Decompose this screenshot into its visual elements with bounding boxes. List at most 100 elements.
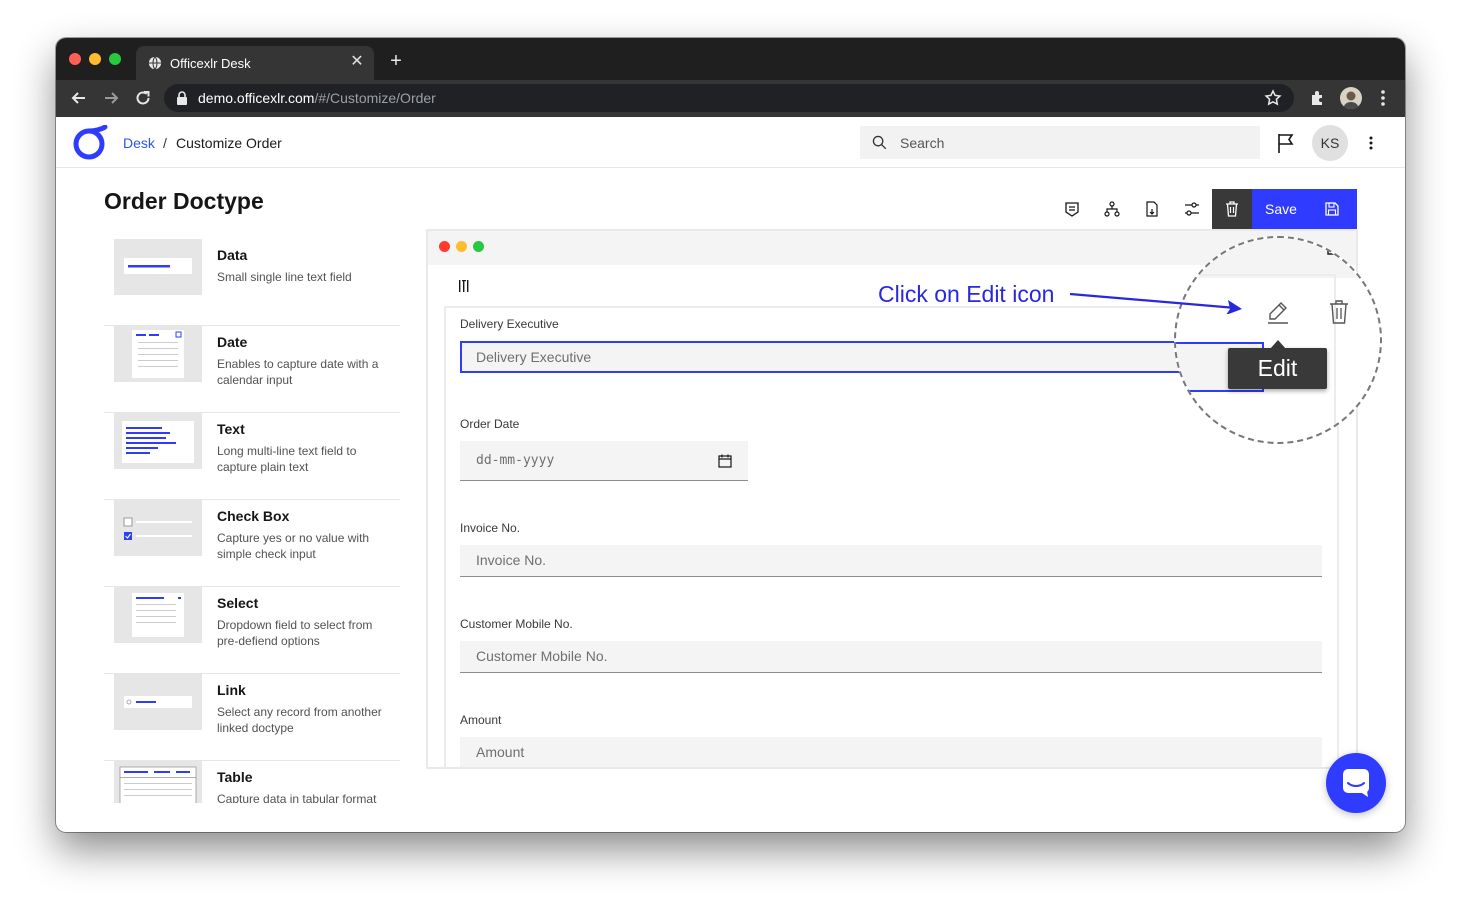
drag-handle-icon[interactable] (458, 279, 470, 293)
app-header: Desk / Customize Order Search KS (56, 117, 1405, 168)
component-name: Select (217, 595, 259, 611)
breadcrumb-desk-link[interactable]: Desk (123, 135, 155, 151)
preview-yellow-dot (456, 241, 467, 252)
field-label: Customer Mobile No. (460, 617, 573, 631)
chat-bubble-icon (1343, 769, 1369, 797)
breadcrumb-separator: / (163, 135, 167, 151)
component-item-link[interactable]: Link Select any record from another link… (104, 674, 400, 761)
officexlr-logo-icon[interactable] (72, 125, 108, 161)
order-date-input[interactable]: dd-mm-yyyy (460, 441, 748, 481)
browser-toolbar: demo.officexlr.com/#/Customize/Order (56, 80, 1405, 117)
lock-icon (177, 91, 187, 105)
invoice-no-input[interactable]: Invoice No. (460, 545, 1322, 577)
page-title: Order Doctype (104, 188, 264, 214)
save-button[interactable]: Save (1252, 189, 1357, 229)
save-disk-icon (1325, 202, 1339, 216)
component-name: Table (217, 769, 253, 785)
field-placeholder: Customer Mobile No. (476, 648, 608, 664)
annotation-arrow (1069, 292, 1242, 314)
close-tab-icon[interactable]: ✕ (348, 53, 366, 71)
globe-icon (148, 56, 162, 70)
field-placeholder: dd-mm-yyyy (476, 453, 555, 468)
component-desc: Select any record from another linked do… (217, 705, 382, 735)
hierarchy-icon[interactable] (1104, 201, 1120, 217)
window-minimize-dot[interactable] (89, 53, 101, 65)
reload-icon[interactable] (133, 88, 153, 108)
component-name: Check Box (217, 508, 290, 524)
forward-arrow-icon[interactable] (101, 88, 121, 108)
component-item-table[interactable]: Table Capture data in tabular format (104, 761, 400, 803)
chat-launcher-button[interactable] (1326, 753, 1386, 813)
component-item-date[interactable]: Date Enables to capture date with a cale… (104, 326, 400, 413)
browser-menu-icon[interactable] (1378, 89, 1388, 107)
flag-icon[interactable] (1276, 132, 1296, 154)
component-name: Date (217, 334, 248, 350)
data-field-thumbnail (114, 239, 202, 295)
table-field-thumbnail (114, 761, 202, 803)
component-item-data[interactable]: Data Small single line text field (104, 239, 400, 326)
badge-icon[interactable] (1064, 201, 1080, 217)
breadcrumb-current: Customize Order (176, 135, 282, 151)
window-close-dot[interactable] (69, 53, 81, 65)
preview-red-dot (439, 241, 450, 252)
delete-button[interactable] (1212, 189, 1252, 229)
field-label: Invoice No. (460, 521, 521, 535)
extensions-puzzle-icon[interactable] (1309, 89, 1327, 107)
component-desc: Dropdown field to select from pre-defien… (217, 618, 373, 648)
annotation-callout: Click on Edit icon (878, 281, 1055, 307)
amount-input[interactable]: Amount (460, 737, 1322, 767)
customer-mobile-input[interactable]: Customer Mobile No. (460, 641, 1322, 673)
field-label: Order Date (460, 417, 520, 431)
browser-tab[interactable]: Officexlr Desk ✕ (136, 46, 374, 80)
calendar-icon[interactable] (718, 454, 732, 468)
back-arrow-icon[interactable] (69, 88, 89, 108)
bookmark-star-icon[interactable] (1264, 89, 1282, 107)
edit-pencil-icon[interactable] (1266, 300, 1290, 324)
overflow-menu-icon[interactable] (1366, 134, 1376, 152)
checkbox-field-thumbnail (114, 500, 202, 556)
search-placeholder: Search (900, 135, 945, 151)
search-icon (872, 135, 887, 150)
select-field-thumbnail (114, 587, 202, 643)
url-host: demo.officexlr.com (198, 90, 315, 106)
browser-tabstrip: Officexlr Desk ✕ + (56, 38, 1405, 80)
component-name: Data (217, 247, 248, 263)
search-input[interactable]: Search (860, 126, 1260, 159)
field-label: Delivery Executive (460, 317, 559, 331)
user-avatar[interactable]: KS (1312, 125, 1348, 161)
text-field-thumbnail (114, 413, 202, 469)
date-field-thumbnail (114, 326, 202, 382)
document-export-icon[interactable] (1144, 201, 1160, 217)
settings-sliders-icon[interactable] (1184, 201, 1200, 217)
link-field-thumbnail (114, 674, 202, 730)
corner-resize-icon (1327, 246, 1338, 255)
component-desc: Capture data in tabular format (217, 792, 377, 803)
address-bar[interactable]: demo.officexlr.com/#/Customize/Order (164, 84, 1294, 112)
window-maximize-dot[interactable] (109, 53, 121, 65)
person-icon (1343, 91, 1359, 109)
browser-window: Officexlr Desk ✕ + demo.officexlr.com/#/… (56, 38, 1405, 832)
save-button-label: Save (1265, 201, 1297, 217)
component-desc: Enables to capture date with a calendar … (217, 357, 379, 387)
tab-title: Officexlr Desk (170, 56, 251, 71)
component-item-text[interactable]: Text Long multi-line text field to captu… (104, 413, 400, 500)
delete-trash-icon[interactable] (1328, 300, 1350, 324)
component-name: Text (217, 421, 245, 437)
component-desc: Capture yes or no value with simple chec… (217, 531, 370, 561)
zoom-bar-bg (1176, 238, 1380, 278)
field-placeholder: Amount (476, 744, 525, 760)
field-placeholder: Invoice No. (476, 552, 547, 568)
component-name: Link (217, 682, 246, 698)
new-tab-icon[interactable]: + (386, 51, 406, 71)
url-path: /#/Customize/Order (314, 90, 436, 106)
delivery-executive-input[interactable]: Delivery Executive (460, 341, 1266, 373)
browser-profile-avatar[interactable] (1340, 87, 1362, 109)
preview-green-dot (473, 241, 484, 252)
field-label: Amount (460, 713, 502, 727)
component-item-checkbox[interactable]: Check Box Capture yes or no value with s… (104, 500, 400, 587)
component-desc: Small single line text field (217, 270, 352, 284)
trash-icon (1226, 201, 1238, 217)
component-item-select[interactable]: Select Dropdown field to select from pre… (104, 587, 400, 674)
component-desc: Long multi-line text field to capture pl… (217, 444, 357, 474)
edit-tooltip: Edit (1228, 348, 1327, 389)
